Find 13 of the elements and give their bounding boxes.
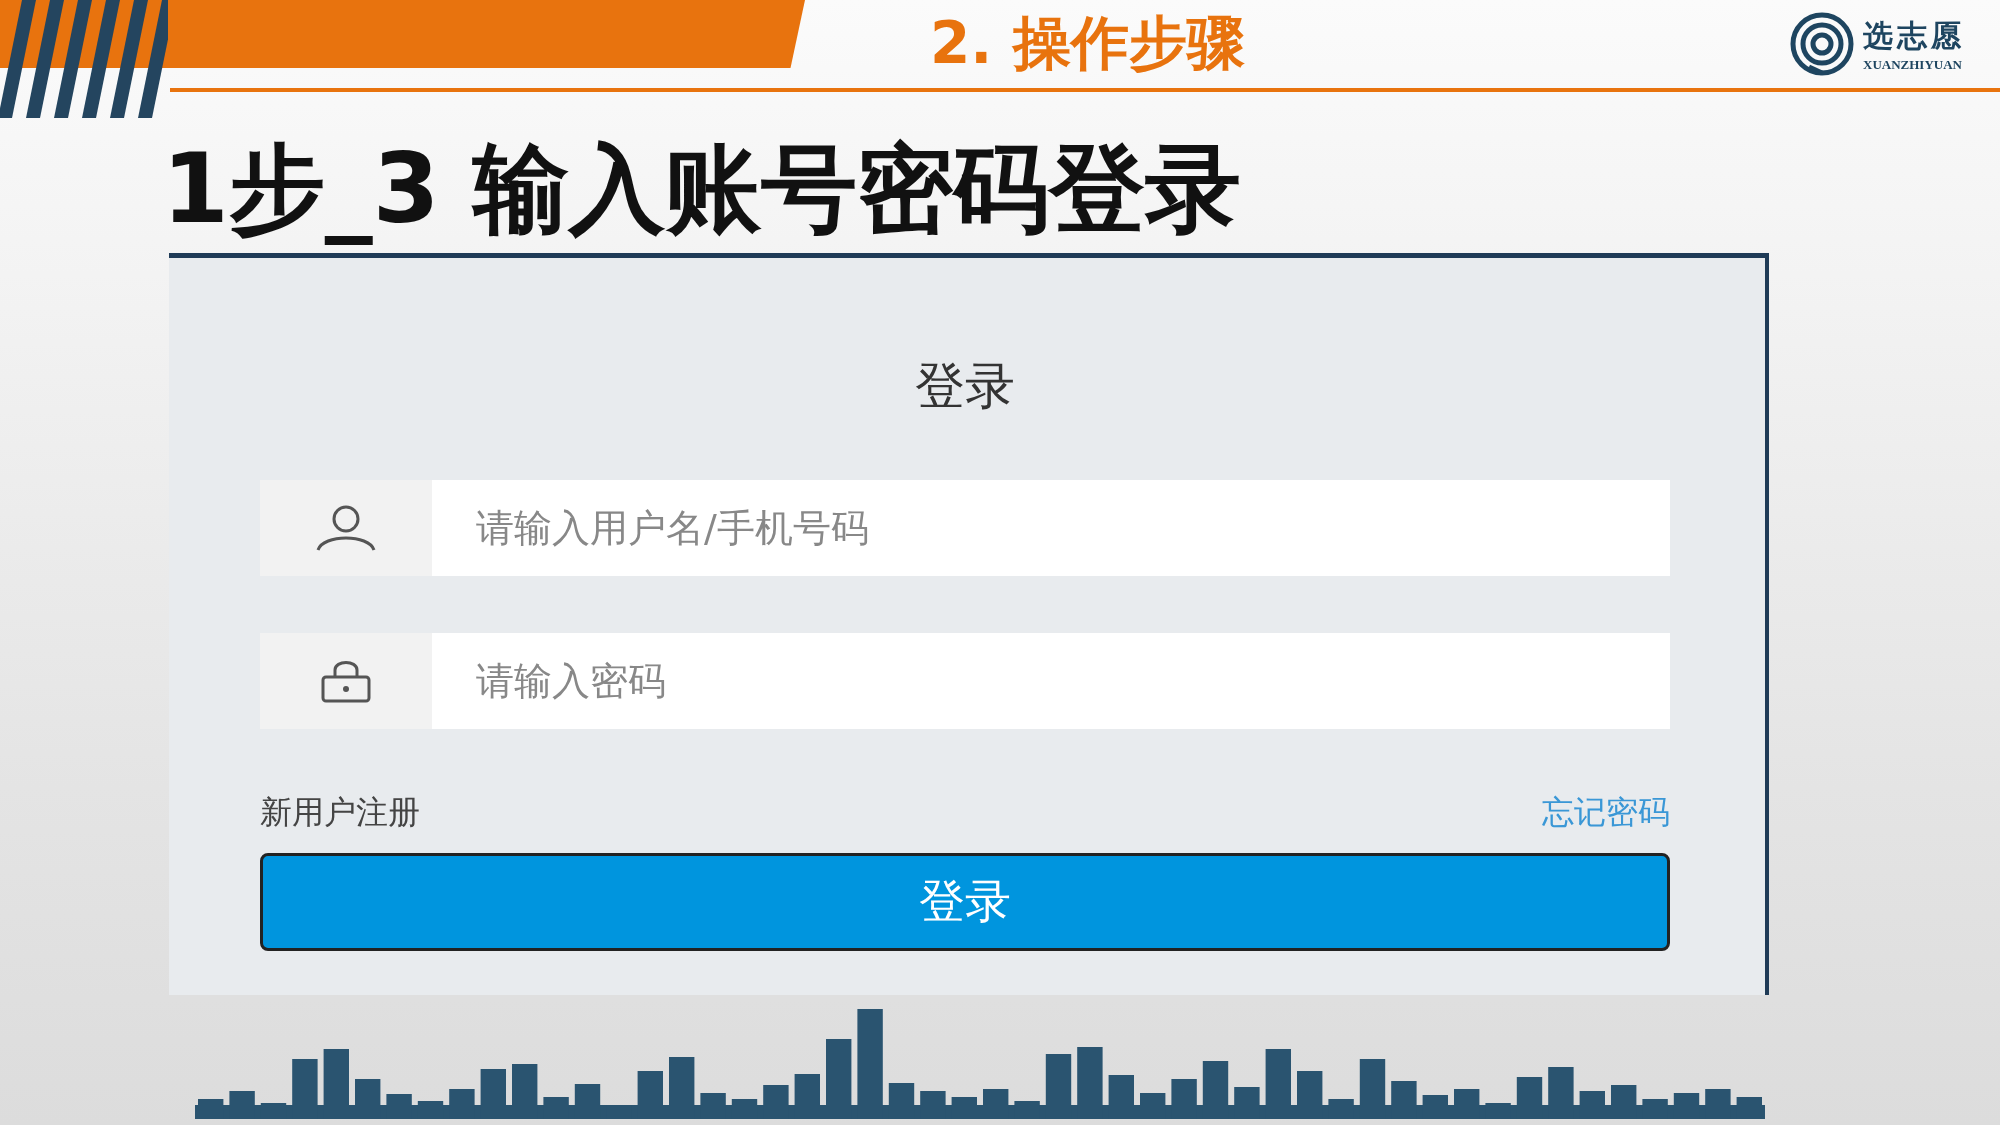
register-link[interactable]: 新用户注册 <box>260 791 420 835</box>
section-title: 2. 操作步骤 <box>930 8 1245 79</box>
user-icon <box>315 504 377 552</box>
spiral-logo-icon <box>1789 11 1855 77</box>
forgot-password-link[interactable]: 忘记密码 <box>1542 791 1670 835</box>
login-button[interactable]: 登录 <box>260 853 1670 951</box>
input-field[interactable]: 请输入用户名/手机号码 <box>432 480 1670 576</box>
logo-subtitle: XUANZHIYUAN <box>1863 56 1963 73</box>
lock-icon <box>320 659 372 703</box>
form-title: 登录 <box>914 356 1016 417</box>
input-field[interactable]: 请输入密码 <box>432 633 1670 729</box>
logo-name: 选志愿 <box>1863 16 1965 55</box>
slide-heading: 1步_3 输入账号密码登录 <box>162 132 1242 247</box>
